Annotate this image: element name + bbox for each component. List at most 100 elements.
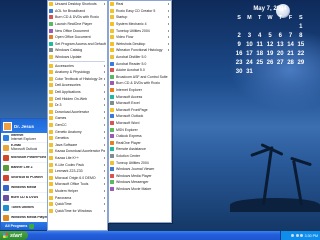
menu-item[interactable]: Tuneup Utilities 2004 bbox=[109, 159, 171, 166]
all-programs-button[interactable]: All Programs bbox=[1, 222, 47, 230]
menu-folder-item[interactable]: Roxio Easy CD Creator 5 bbox=[109, 8, 171, 15]
menu-folder-item[interactable]: Wheaton Functional Histology bbox=[109, 47, 171, 54]
menu-item-label: Remote Assistance bbox=[116, 147, 146, 152]
menu-folder-item[interactable]: System Mechanic 4 bbox=[109, 21, 171, 28]
start-menu-item[interactable]: Banner Life Z bbox=[1, 163, 47, 173]
menu-folder-item[interactable]: Microsoft Office Tools bbox=[48, 181, 107, 188]
menu-folder-item[interactable]: Dell Accessories bbox=[48, 82, 107, 89]
menu-item-label: QuickTime bbox=[55, 202, 72, 207]
start-menu-item[interactable]: Burn CD & DVDs bbox=[1, 193, 47, 203]
menu-folder-item[interactable]: Dr.3 bbox=[48, 102, 107, 109]
folder-icon bbox=[49, 76, 53, 81]
menu-item[interactable]: Acrobat Distiller 5.0 bbox=[109, 54, 171, 61]
menu-item-label: MSN Explorer bbox=[116, 127, 138, 132]
menu-item[interactable]: RealOne Player bbox=[109, 139, 171, 146]
menu-item[interactable]: Windows Catalog bbox=[48, 47, 107, 54]
menu-item[interactable]: Launch RealOne Player bbox=[48, 21, 107, 28]
menu-item[interactable]: Windows Journal Viewer bbox=[109, 166, 171, 173]
menu-item[interactable]: New Office Document bbox=[48, 27, 107, 34]
folder-icon bbox=[49, 70, 53, 75]
menu-item-label: Burn CD & DVDs with Roxio bbox=[55, 15, 99, 20]
tray-icon[interactable] bbox=[295, 234, 299, 237]
submenu-arrow-icon bbox=[104, 170, 105, 173]
menu-item[interactable]: Windows Media Player bbox=[109, 172, 171, 179]
menu-item-label: Burn CD & DVDs with Roxio bbox=[116, 81, 160, 86]
menu-item[interactable]: Remote Assistance bbox=[109, 146, 171, 153]
start-menu-item[interactable]: Microsoft PowerPoint bbox=[1, 153, 47, 163]
menu-folder-item[interactable]: Genetic Anatomy bbox=[48, 128, 107, 135]
programs-menu: Unused Desktop Shortcuts AOL for Broadban… bbox=[47, 0, 108, 231]
menu-folder-item[interactable]: Startup bbox=[109, 14, 171, 21]
menu-item[interactable]: Microsoft Outlook bbox=[109, 113, 171, 120]
program-icon bbox=[110, 167, 114, 172]
menu-folder-item[interactable]: Real bbox=[109, 1, 171, 8]
menu-folder-item[interactable]: Accessories bbox=[48, 62, 107, 69]
menu-item[interactable]: Burn CD & DVDs with Roxio bbox=[109, 80, 171, 87]
menu-item-label: Lexmark Z23-Z33 bbox=[55, 169, 83, 174]
menu-item[interactable]: Set Program Access and Defaults bbox=[48, 41, 107, 48]
calendar-week-row: 23 24 25 26 27 28 29 bbox=[234, 58, 306, 67]
start-menu-item[interactable]: E-mail Microsoft Outlook bbox=[1, 143, 47, 153]
menu-folder-item[interactable]: Microcal Origin 6.0 DEMO bbox=[48, 174, 107, 181]
menu-item[interactable]: Microsoft Excel bbox=[109, 100, 171, 107]
menu-folder-item[interactable]: K-Lite Codec Pack bbox=[48, 161, 107, 168]
menu-folder-item[interactable]: Webshots Desktop bbox=[109, 41, 171, 48]
menu-folder-item[interactable]: Download Accelerator bbox=[48, 109, 107, 116]
tray-icon[interactable] bbox=[291, 234, 295, 237]
start-menu-item[interactable]: Tunes Utilities bbox=[1, 203, 47, 213]
menu-folder-item[interactable]: Genetics bbox=[48, 135, 107, 142]
avatar[interactable] bbox=[3, 121, 12, 131]
menu-folder-item[interactable]: Games bbox=[48, 115, 107, 122]
menu-item[interactable]: Broadcom ASF and Control Suite bbox=[109, 74, 171, 81]
menu-item[interactable]: Windows Messenger bbox=[109, 179, 171, 186]
folder-icon bbox=[110, 28, 114, 33]
menu-item[interactable]: MSN Explorer bbox=[109, 126, 171, 133]
submenu-arrow-icon bbox=[104, 117, 105, 120]
menu-item[interactable]: Acrobat Reader 5.0 bbox=[109, 60, 171, 67]
menu-folder-item[interactable]: QuickTime for Windows bbox=[48, 207, 107, 214]
program-icon bbox=[3, 194, 9, 201]
start-menu-item[interactable]: Internet Internet Explorer bbox=[1, 133, 47, 143]
folder-icon bbox=[49, 142, 53, 147]
menu-folder-item[interactable]: Unused Desktop Shortcuts bbox=[48, 1, 107, 8]
menu-item[interactable]: Burn CD & DVDs with Roxio bbox=[48, 14, 107, 21]
menu-folder-item[interactable]: Dell Applications bbox=[48, 89, 107, 96]
menu-item[interactable]: Outlook Express bbox=[109, 133, 171, 140]
menu-folder-item[interactable]: Panorama bbox=[48, 194, 107, 201]
menu-item[interactable]: Solution Center bbox=[109, 153, 171, 160]
start-menu-item[interactable]: Shortcut to POWER bbox=[1, 173, 47, 183]
menu-folder-item[interactable]: Kazaa Lite K++ bbox=[48, 155, 107, 162]
menu-folder-item[interactable]: Video Flow bbox=[109, 34, 171, 41]
menu-item[interactable]: Windows Update bbox=[48, 54, 107, 61]
menu-item[interactable]: AOL for Broadband bbox=[48, 8, 107, 15]
menu-folder-item[interactable]: Dell Hidden On-Web bbox=[48, 95, 107, 102]
folder-icon bbox=[49, 116, 53, 121]
program-icon bbox=[3, 184, 9, 191]
menu-folder-item[interactable]: QuickTime bbox=[48, 201, 107, 208]
menu-item[interactable]: Open Office Document bbox=[48, 34, 107, 41]
menu-item[interactable]: Microsoft FrontPage bbox=[109, 107, 171, 114]
menu-folder-item[interactable]: Tunetup Utilities 2004 bbox=[109, 27, 171, 34]
menu-folder-item[interactable]: GenCC bbox=[48, 122, 107, 129]
menu-item[interactable]: Adobe Acrobat 5.0 bbox=[109, 67, 171, 74]
menu-folder-item[interactable]: Color Textbook of Histology 2e bbox=[48, 76, 107, 83]
menu-folder-item[interactable]: Kazaa Download Accelerator Pro bbox=[48, 148, 107, 155]
menu-item-label: Anatomy & Physiology bbox=[55, 70, 91, 75]
clock[interactable]: 3:30 PM bbox=[305, 234, 318, 238]
start-menu-item-label: Tunes Utilities bbox=[11, 206, 34, 210]
menu-folder-item[interactable]: Anatomy & Physiology bbox=[48, 69, 107, 76]
program-icon bbox=[3, 174, 9, 181]
menu-folder-item[interactable]: Modem Helper bbox=[48, 188, 107, 195]
menu-folder-item[interactable]: Lexmark Z23-Z33 bbox=[48, 168, 107, 175]
menu-item[interactable]: Microsoft Word bbox=[109, 120, 171, 127]
menu-folder-item[interactable]: Java Software bbox=[48, 141, 107, 148]
menu-item-label: Windows Messenger bbox=[116, 180, 149, 185]
program-icon bbox=[110, 127, 114, 132]
menu-item[interactable]: Microsoft Access bbox=[109, 93, 171, 100]
start-menu-item-label: Shortcut to POWER bbox=[11, 176, 43, 180]
start-menu-item[interactable]: Windows Media bbox=[1, 183, 47, 193]
menu-item[interactable]: Windows Movie Maker bbox=[109, 186, 171, 193]
menu-item[interactable]: Internet Explorer bbox=[109, 87, 171, 94]
start-button[interactable]: start bbox=[0, 231, 28, 240]
tray-icon[interactable] bbox=[300, 234, 304, 237]
